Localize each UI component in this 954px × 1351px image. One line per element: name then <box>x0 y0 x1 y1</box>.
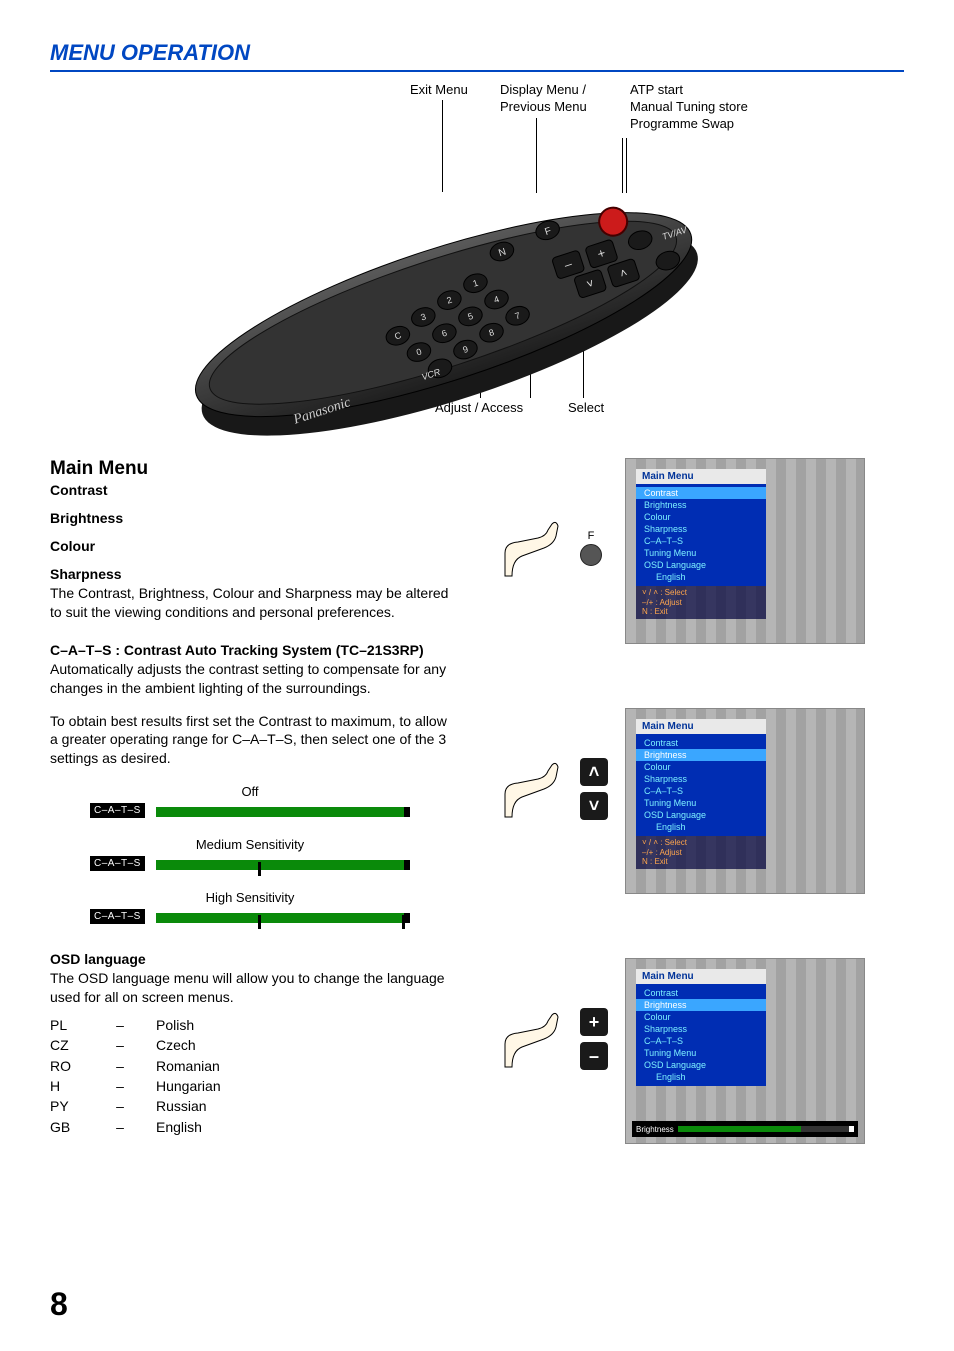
page-number: 8 <box>50 1286 68 1323</box>
osd-language-body: The OSD language menu will allow you to … <box>50 969 450 1007</box>
language-table: PL–Polish CZ–Czech RO–Romanian H–Hungari… <box>50 1015 450 1137</box>
item-contrast: Contrast <box>50 482 450 498</box>
osd-screenshot-brightness-adjust: Main Menu Contrast Brightness Colour Sha… <box>625 958 865 1144</box>
lang-row: GB–English <box>50 1117 450 1137</box>
callout-exit-menu: Exit Menu <box>410 82 468 99</box>
cats-off-label: Off <box>50 784 450 799</box>
up-button-icon: ˄ <box>580 758 608 786</box>
osd-title: Main Menu <box>636 469 766 484</box>
osd-item: Tuning Menu <box>636 797 766 809</box>
osd-language-heading: OSD language <box>50 951 450 967</box>
item-sharpness: Sharpness <box>50 566 450 582</box>
cats-medium-label: Medium Sensitivity <box>50 837 450 852</box>
lang-row: CZ–Czech <box>50 1035 450 1055</box>
osd-item: Brightness <box>636 499 766 511</box>
osd-item: Tuning Menu <box>636 547 766 559</box>
cats-bar-medium: Medium Sensitivity C–A–T–S <box>50 837 450 874</box>
osd-screenshot-brightness-select: Main Menu Contrast Brightness Colour Sha… <box>625 708 865 894</box>
osd-item: Contrast <box>636 987 766 999</box>
main-menu-heading: Main Menu <box>50 458 450 480</box>
osd-item: English <box>636 1071 766 1083</box>
osd-screenshot-contrast: Main Menu Contrast Brightness Colour Sha… <box>625 458 865 644</box>
remote-diagram: Exit Menu Display Menu / Previous Menu A… <box>50 82 904 452</box>
osd-item: Contrast <box>636 737 766 749</box>
osd-item: Brightness <box>636 999 766 1011</box>
osd-item: Colour <box>636 761 766 773</box>
down-button-icon: ˅ <box>580 792 608 820</box>
item-colour: Colour <box>50 538 450 554</box>
hand-press-f: F <box>500 518 602 578</box>
osd-item: Tuning Menu <box>636 1047 766 1059</box>
hand-icon <box>500 1009 570 1069</box>
callout-atp: ATP start Manual Tuning store Programme … <box>630 82 748 133</box>
osd-item: OSD Language <box>636 809 766 821</box>
osd-item: Sharpness <box>636 523 766 535</box>
osd-item: Colour <box>636 511 766 523</box>
cats-bar-track <box>156 913 410 923</box>
lang-row: PY–Russian <box>50 1096 450 1116</box>
osd-help: ˅ / ˄ : Select –/+ : Adjust N : Exit <box>636 836 766 869</box>
hand-press-plusminus: + – <box>500 1008 608 1070</box>
sharpness-description: The Contrast, Brightness, Colour and Sha… <box>50 584 450 622</box>
osd-item: C–A–T–S <box>636 1035 766 1047</box>
osd-title: Main Menu <box>636 969 766 984</box>
cats-bar-off: Off C–A–T–S <box>50 784 450 821</box>
page-title: MENU OPERATION <box>50 40 904 66</box>
lang-row: PL–Polish <box>50 1015 450 1035</box>
cats-tag: C–A–T–S <box>90 803 145 818</box>
lang-row: RO–Romanian <box>50 1056 450 1076</box>
osd-item: Contrast <box>636 487 766 499</box>
f-label: F <box>588 530 595 542</box>
cats-body-1: Automatically adjusts the contrast setti… <box>50 660 450 698</box>
osd-title: Main Menu <box>636 719 766 734</box>
plus-button-icon: + <box>580 1008 608 1036</box>
hand-icon <box>500 518 570 578</box>
cats-bar-track <box>156 807 410 817</box>
osd-brightness-bar: Brightness <box>632 1121 858 1137</box>
right-column: F Main Menu Contrast Brightness Colour S… <box>490 458 904 1137</box>
osd-help: ˅ / ˄ : Select –/+ : Adjust N : Exit <box>636 586 766 619</box>
f-button-icon <box>580 544 602 566</box>
main-content: Main Menu Contrast Brightness Colour Sha… <box>50 458 904 1137</box>
cats-heading: C–A–T–S : Contrast Auto Tracking System … <box>50 642 450 658</box>
cats-tag: C–A–T–S <box>90 856 145 871</box>
osd-item: C–A–T–S <box>636 535 766 547</box>
osd-item: OSD Language <box>636 1059 766 1071</box>
minus-button-icon: – <box>580 1042 608 1070</box>
osd-item: OSD Language <box>636 559 766 571</box>
osd-item: Colour <box>636 1011 766 1023</box>
osd-item: English <box>636 571 766 583</box>
osd-item: English <box>636 821 766 833</box>
hand-press-updown: ˄ ˅ <box>500 758 608 820</box>
osd-item: Sharpness <box>636 1023 766 1035</box>
hand-icon <box>500 759 570 819</box>
left-column: Main Menu Contrast Brightness Colour Sha… <box>50 458 450 1137</box>
item-brightness: Brightness <box>50 510 450 526</box>
osd-brightness-label: Brightness <box>636 1125 674 1134</box>
cats-high-label: High Sensitivity <box>50 890 450 905</box>
lang-row: H–Hungarian <box>50 1076 450 1096</box>
osd-item: Brightness <box>636 749 766 761</box>
callout-display-menu: Display Menu / Previous Menu <box>500 82 587 116</box>
remote-control-icon: N F – + ˅ ˄ TV/AV <box>170 152 730 452</box>
cats-bar-track <box>156 860 410 870</box>
title-underline <box>50 70 904 72</box>
cats-tag: C–A–T–S <box>90 909 145 924</box>
osd-item: Sharpness <box>636 773 766 785</box>
cats-body-2: To obtain best results first set the Con… <box>50 712 450 769</box>
cats-bar-high: High Sensitivity C–A–T–S <box>50 890 450 927</box>
osd-item: C–A–T–S <box>636 785 766 797</box>
